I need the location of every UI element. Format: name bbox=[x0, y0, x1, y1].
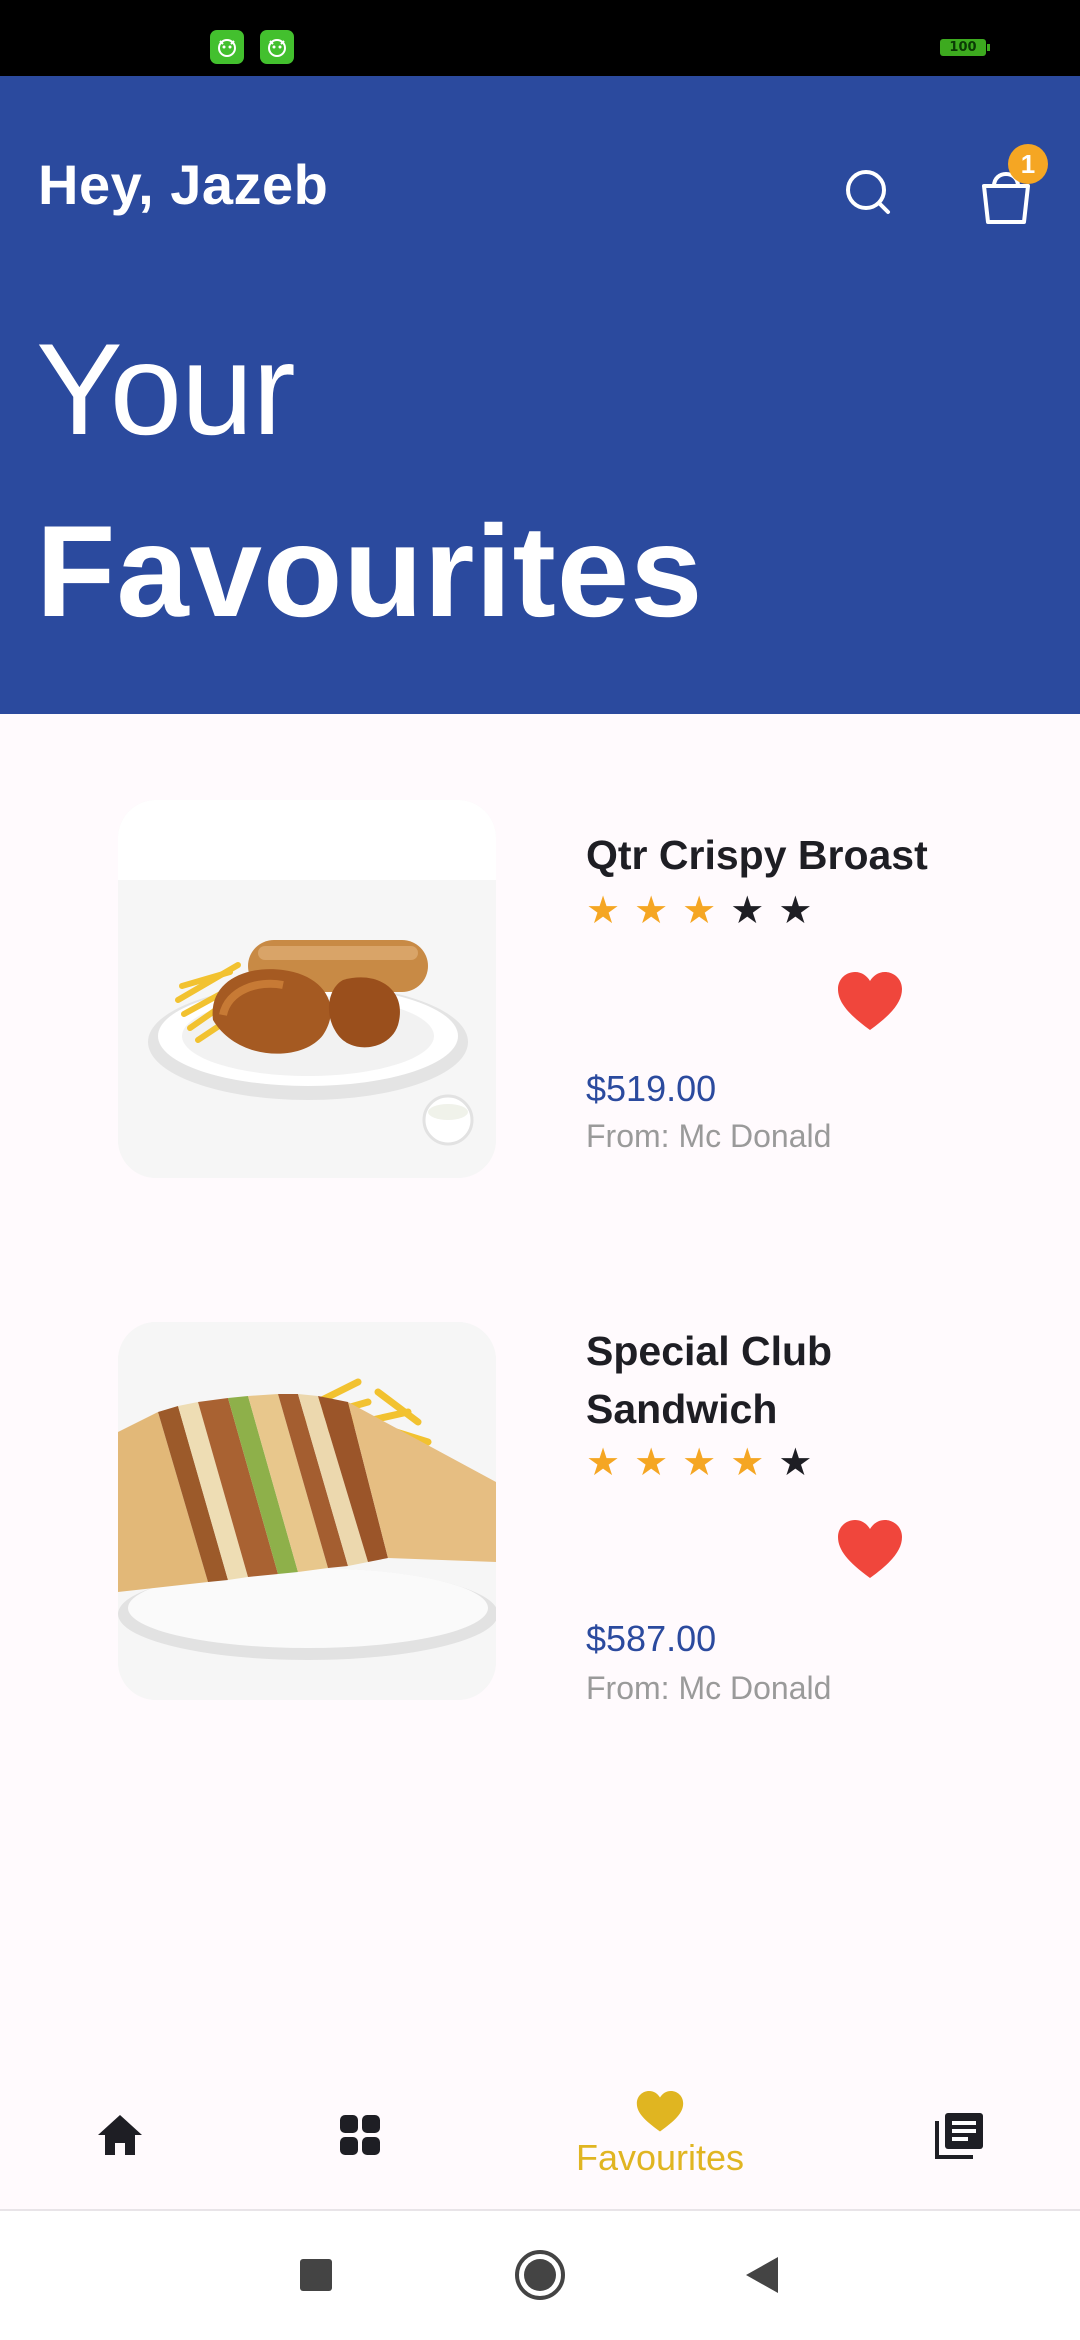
star-filled-icon: ★ bbox=[682, 1440, 717, 1484]
star-empty-icon: ★ bbox=[778, 1440, 813, 1484]
nav-favourites[interactable]: Favourites bbox=[560, 2060, 760, 2210]
nav-home[interactable] bbox=[80, 2060, 160, 2210]
star-filled-icon: ★ bbox=[634, 888, 669, 932]
star-filled-icon: ★ bbox=[586, 1440, 621, 1484]
heart-icon bbox=[838, 1520, 902, 1578]
star-filled-icon: ★ bbox=[634, 1440, 669, 1484]
status-bar: 100 bbox=[0, 0, 1080, 76]
recents-icon bbox=[300, 2259, 332, 2291]
star-filled-icon: ★ bbox=[682, 888, 717, 932]
grid-icon bbox=[340, 2115, 380, 2155]
greeting-text: Hey, Jazeb bbox=[38, 153, 329, 216]
battery-indicator: 100 bbox=[940, 39, 990, 56]
item-source: From: Mc Donald bbox=[586, 1670, 832, 1706]
food-image bbox=[118, 1322, 496, 1700]
app-notification-icon bbox=[260, 30, 294, 64]
favourite-item-card[interactable]: Qtr Crispy Broast ★ ★ ★ ★ ★ $519.00 From… bbox=[0, 800, 1080, 1200]
system-navigation-bar bbox=[0, 2211, 1080, 2340]
header: Hey, Jazeb 1 Your Favourites bbox=[0, 76, 1080, 714]
star-rating: ★ ★ ★ ★ ★ bbox=[586, 1442, 812, 1482]
star-rating: ★ ★ ★ ★ ★ bbox=[586, 890, 812, 930]
item-price: $519.00 bbox=[586, 1068, 717, 1109]
home-system-button[interactable] bbox=[510, 2245, 570, 2305]
star-filled-icon: ★ bbox=[586, 888, 621, 932]
item-name: Special Club Sandwich bbox=[586, 1328, 833, 1432]
nav-orders[interactable] bbox=[920, 2060, 1000, 2210]
home-icon bbox=[98, 2115, 142, 2155]
back-button[interactable] bbox=[732, 2245, 792, 2305]
item-source: From: Mc Donald bbox=[586, 1118, 832, 1154]
food-image bbox=[118, 800, 496, 1178]
star-empty-icon: ★ bbox=[730, 888, 765, 932]
item-name: Qtr Crispy Broast bbox=[586, 832, 928, 878]
nav-categories[interactable] bbox=[320, 2060, 400, 2210]
heart-icon bbox=[838, 972, 902, 1030]
favourite-item-card[interactable]: Special Club Sandwich ★ ★ ★ ★ ★ $587.00 … bbox=[0, 1322, 1080, 1722]
item-price: $587.00 bbox=[586, 1618, 717, 1659]
cart-count-badge: 1 bbox=[1008, 144, 1048, 184]
home-circle-icon bbox=[515, 2250, 565, 2300]
nav-favourites-label: Favourites bbox=[575, 2137, 745, 2178]
back-icon bbox=[746, 2257, 778, 2293]
star-filled-icon: ★ bbox=[730, 1440, 765, 1484]
search-icon bbox=[846, 170, 890, 214]
favourite-toggle-button[interactable] bbox=[838, 1520, 902, 1580]
recents-button[interactable] bbox=[286, 2245, 346, 2305]
favourite-toggle-button[interactable] bbox=[838, 972, 902, 1032]
star-empty-icon: ★ bbox=[778, 888, 813, 932]
search-button[interactable] bbox=[836, 160, 900, 224]
orders-icon bbox=[935, 2113, 983, 2159]
app-notification-icon bbox=[210, 30, 244, 64]
bottom-navigation: Favourites bbox=[0, 2060, 1080, 2210]
page-title-line1: Your bbox=[36, 316, 296, 462]
page-title-line2: Favourites bbox=[36, 498, 704, 644]
heart-icon bbox=[636, 2091, 684, 2132]
